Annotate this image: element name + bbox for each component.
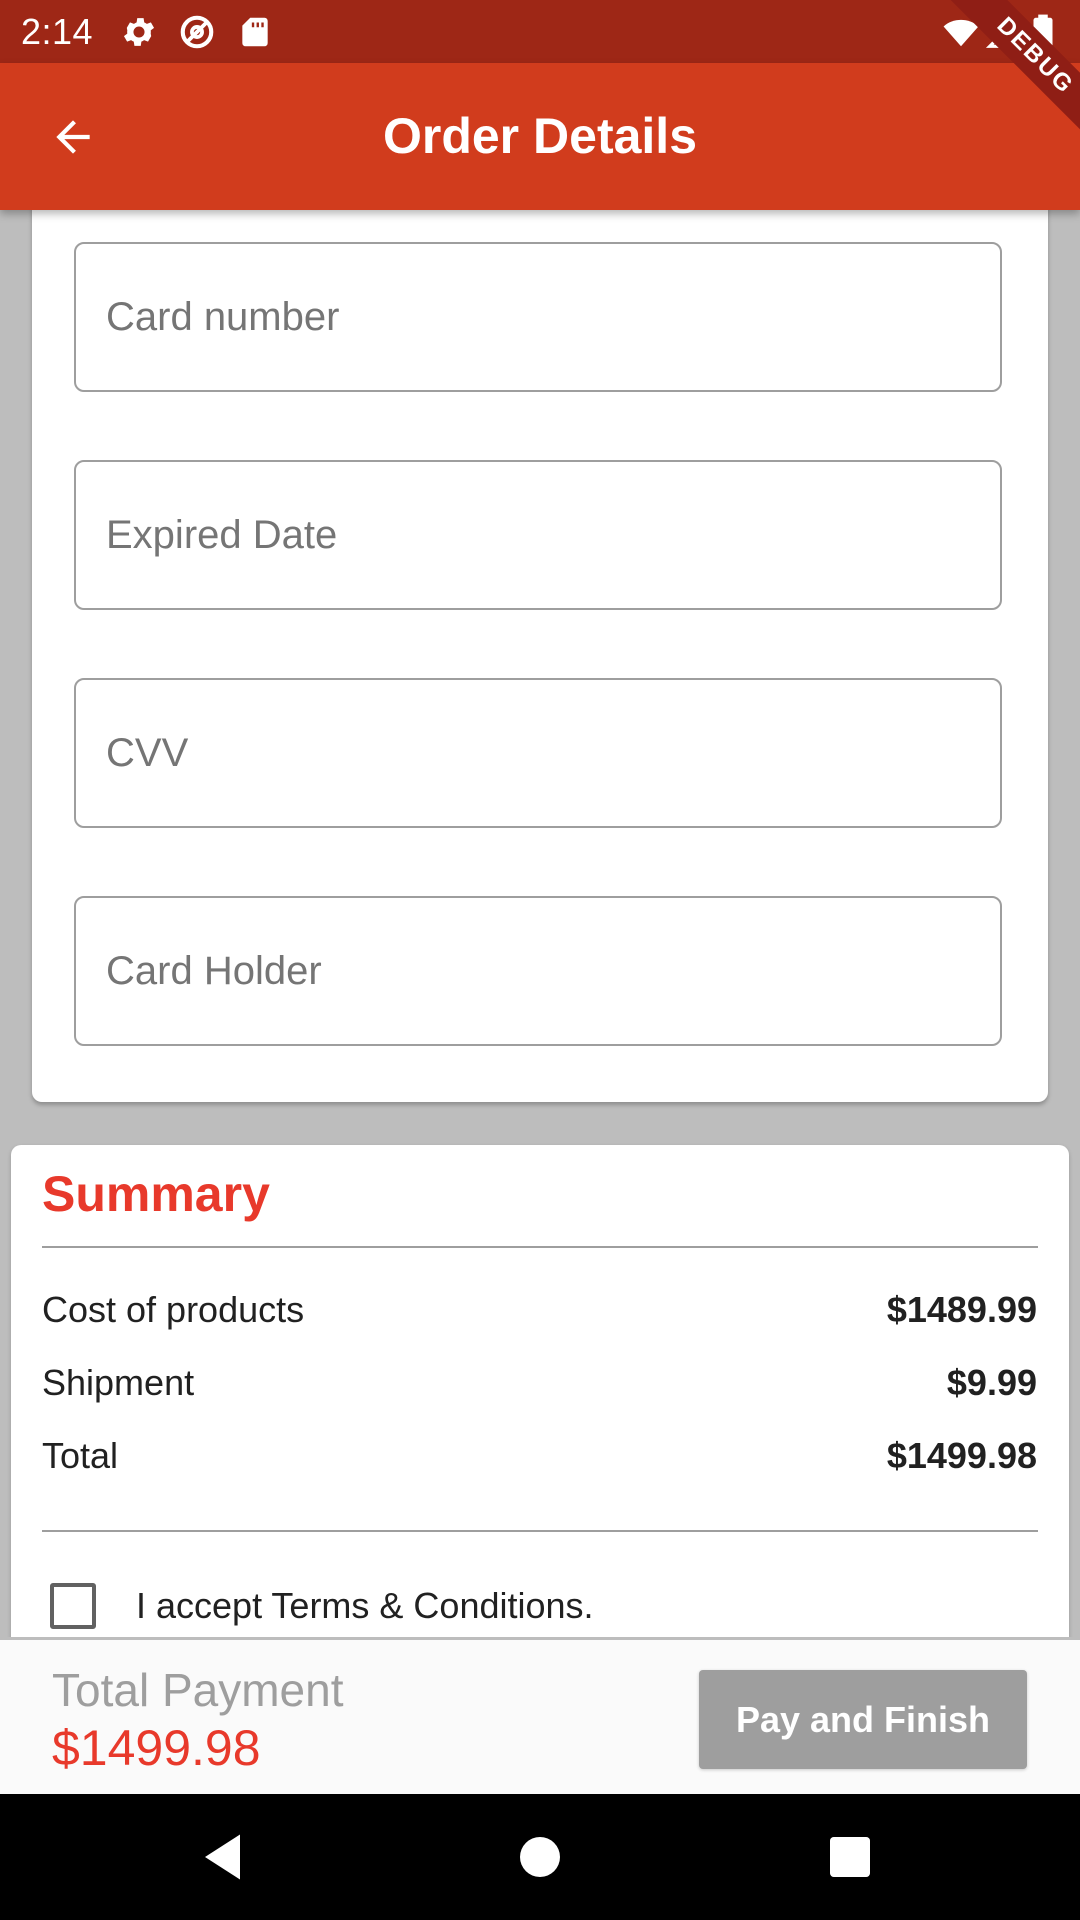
back-nav-icon[interactable]	[195, 1827, 255, 1887]
summary-title: Summary	[42, 1166, 270, 1222]
summary-divider-top	[42, 1246, 1038, 1248]
terms-label[interactable]: I accept Terms & Conditions.	[136, 1581, 594, 1631]
total-payment-value: $1499.98	[52, 1720, 261, 1776]
expired-date-field[interactable]: Expired Date	[74, 460, 1002, 610]
summary-divider-bottom	[42, 1530, 1038, 1532]
cost-value: $1489.99	[886, 1289, 1037, 1330]
cvv-placeholder: CVV	[106, 731, 189, 775]
total-label: Total	[42, 1435, 119, 1476]
home-nav-icon[interactable]	[510, 1827, 570, 1887]
card-number-placeholder: Card number	[106, 295, 340, 339]
summary-row-shipment: Shipment $9.99	[42, 1358, 1037, 1408]
navigation-bar	[0, 1794, 1080, 1920]
at-icon	[178, 13, 216, 51]
sd-card-icon	[236, 13, 274, 51]
shipment-value: $9.99	[946, 1362, 1037, 1403]
total-value: $1499.98	[886, 1435, 1037, 1476]
summary-row-cost: Cost of products $1489.99	[42, 1285, 1037, 1335]
total-payment-label: Total Payment	[52, 1664, 344, 1716]
gear-icon	[120, 13, 158, 51]
terms-checkbox[interactable]	[50, 1583, 96, 1629]
payment-form: Card number Expired Date CVV Card Holder	[32, 190, 1048, 1102]
card-number-field[interactable]: Card number	[74, 242, 1002, 392]
pay-and-finish-button[interactable]: Pay and Finish	[699, 1670, 1027, 1769]
page-title: Order Details	[382, 108, 697, 164]
expired-date-placeholder: Expired Date	[106, 513, 338, 557]
shipment-label: Shipment	[42, 1362, 195, 1403]
arrow-back-icon	[56, 120, 90, 154]
cost-label: Cost of products	[42, 1289, 305, 1330]
recents-nav-icon[interactable]	[820, 1827, 880, 1887]
card-holder-placeholder: Card Holder	[106, 949, 322, 993]
app-bar: Order Details	[0, 63, 1080, 210]
status-time: 2:14	[21, 11, 94, 52]
summary-card: Summary Cost of products $1489.99 Shipme…	[11, 1145, 1069, 1665]
summary-row-total: Total $1499.98	[42, 1431, 1037, 1481]
status-bar: 2:14	[0, 0, 1080, 63]
bottom-bar: Total Payment $1499.98 Pay and Finish	[0, 1637, 1080, 1794]
cvv-field[interactable]: CVV	[74, 678, 1002, 828]
back-button[interactable]	[30, 107, 116, 167]
card-holder-field[interactable]: Card Holder	[74, 896, 1002, 1046]
